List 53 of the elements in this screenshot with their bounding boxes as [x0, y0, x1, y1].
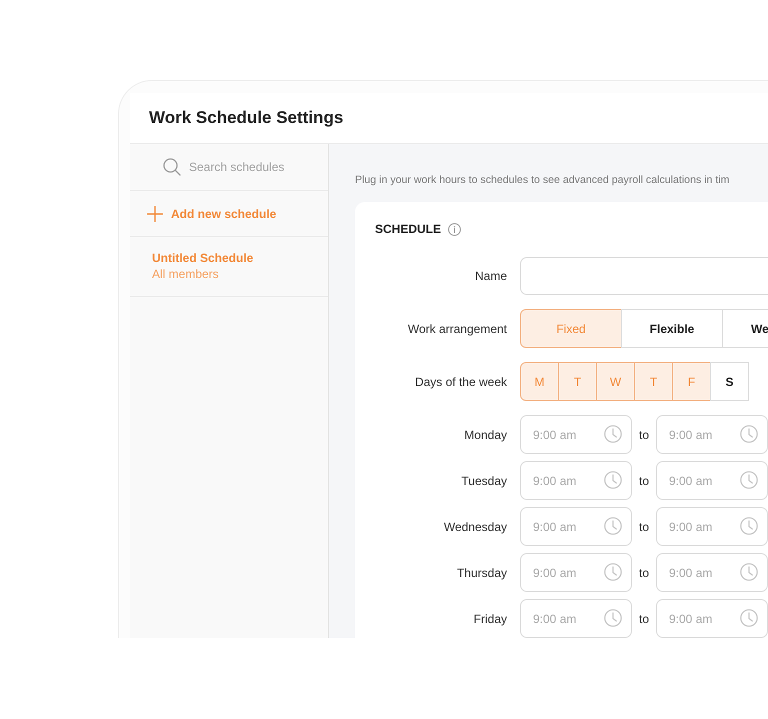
day-label: Wednesday: [442, 518, 507, 536]
window-title: Work Schedule Settings: [149, 108, 344, 128]
clock-icon: [604, 563, 622, 581]
field-label: Days of the week: [414, 374, 507, 390]
day-toggle[interactable]: F: [672, 362, 711, 401]
time-field[interactable]: 9:00 am: [656, 507, 768, 546]
field-label: Name: [474, 268, 507, 285]
time-field[interactable]: 9:00 am: [520, 553, 632, 592]
time-field[interactable]: 9:00 am: [656, 599, 768, 638]
section-title: SCHEDULE: [375, 221, 442, 238]
arrangement-option[interactable]: We: [722, 309, 768, 348]
field-label: Work arrangement: [406, 320, 507, 338]
day-toggle[interactable]: M: [520, 362, 559, 401]
time-field[interactable]: 9:00 am: [520, 461, 632, 500]
add-schedule-button[interactable]: Add new schedule: [147, 204, 276, 222]
separator-text: to: [638, 564, 650, 582]
plus-icon: [147, 206, 163, 222]
time-field[interactable]: 9:00 am: [656, 461, 768, 500]
day-toggle[interactable]: W: [596, 362, 635, 401]
separator-text: to: [638, 426, 650, 444]
clock-icon: [604, 609, 622, 627]
name-field[interactable]: [520, 257, 768, 295]
clock-icon: [604, 517, 622, 535]
separator-text: to: [638, 610, 650, 628]
time-field[interactable]: 9:00 am: [656, 415, 768, 454]
info-icon: [448, 222, 462, 236]
time-field[interactable]: 9:00 am: [520, 415, 632, 454]
day-label: Tuesday: [460, 472, 507, 490]
arrangement-option[interactable]: Fixed: [520, 309, 622, 348]
separator-text: to: [638, 518, 650, 536]
time-field[interactable]: 9:00 am: [520, 507, 632, 546]
clock-icon: [740, 609, 758, 627]
day-label: Thursday: [456, 564, 507, 582]
arrangement-option[interactable]: Flexible: [621, 309, 723, 348]
clock-icon: [740, 425, 758, 443]
search-icon: [163, 158, 181, 176]
clock-icon: [604, 425, 622, 443]
clock-icon: [740, 563, 758, 581]
description-text: Plug in your work hours to schedules to see advanced payroll calculations in tim: [355, 173, 730, 187]
day-toggle[interactable]: T: [634, 362, 673, 401]
time-field[interactable]: 9:00 am: [520, 599, 632, 638]
search-field[interactable]: Search schedules: [189, 158, 309, 176]
clock-icon: [740, 471, 758, 489]
day-toggle[interactable]: T: [558, 362, 597, 401]
day-label: Friday: [472, 610, 507, 628]
day-label: Monday: [463, 426, 507, 444]
clock-icon: [604, 471, 622, 489]
day-toggle[interactable]: S: [710, 362, 749, 401]
time-field[interactable]: 9:00 am: [656, 553, 768, 592]
schedule-members: All members: [152, 266, 220, 282]
clock-icon: [740, 517, 758, 535]
schedule-title[interactable]: Untitled Schedule: [152, 250, 306, 266]
separator-text: to: [638, 472, 650, 490]
